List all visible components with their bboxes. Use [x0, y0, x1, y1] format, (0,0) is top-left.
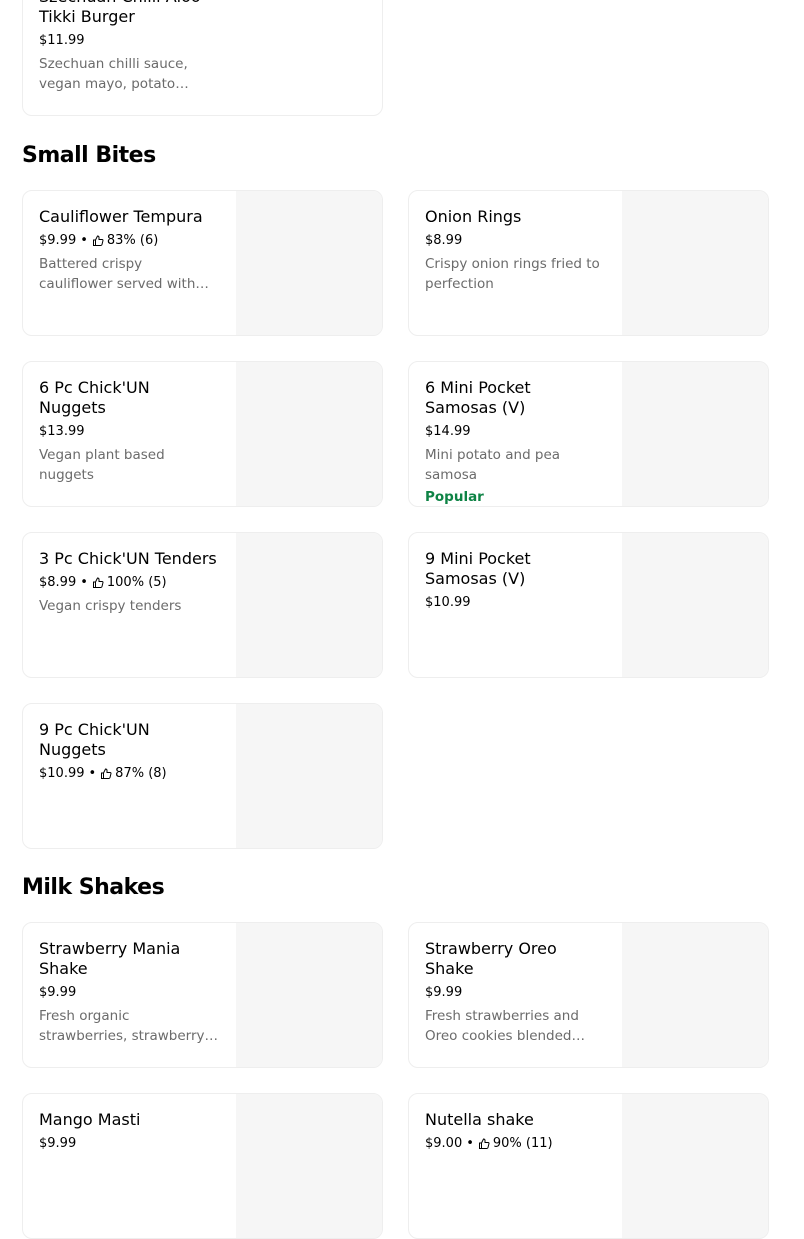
- menu-item-price: $10.99: [425, 595, 471, 610]
- menu-item-card[interactable]: Nutella shake $9.00 • 90% (11): [408, 1093, 769, 1239]
- menu-item-meta: $9.99: [39, 1135, 219, 1153]
- menu-item-description: Szechuan chilli sauce, vegan mayo, potat…: [39, 56, 188, 92]
- menu-item-description: Fresh organic strawberries, strawberry p…: [39, 1008, 205, 1044]
- menu-item-image: [622, 362, 768, 506]
- menu-item-meta: $8.99: [425, 232, 605, 250]
- menu-item-name: Strawberry Oreo Shake: [425, 939, 557, 978]
- menu-item-card[interactable]: 6 Mini Pocket Samosas (V) $14.99 Mini po…: [408, 361, 769, 507]
- thumbs-up-icon: [101, 768, 112, 779]
- menu-item-price: $9.00: [425, 1136, 463, 1151]
- separator-dot: •: [80, 233, 88, 248]
- menu-item-meta: $8.99 • 100% (5): [39, 574, 219, 592]
- menu-item-price: $10.99: [39, 766, 85, 781]
- menu-item-name: 6 Pc Chick'UN Nuggets: [39, 378, 150, 417]
- menu-item-info: 9 Pc Chick'UN Nuggets $10.99 • 87% (8): [39, 720, 219, 783]
- menu-item-price: $8.99: [425, 233, 463, 248]
- menu-item-image: [622, 533, 768, 677]
- menu-item-name: 3 Pc Chick'UN Tenders: [39, 549, 217, 568]
- menu-item-image: [622, 1094, 768, 1238]
- menu-item-name: Cauliflower Tempura: [39, 207, 203, 226]
- thumbs-up-icon: [92, 577, 104, 588]
- thumbs-up-icon: [92, 235, 104, 246]
- menu-item-card[interactable]: Strawberry Oreo Shake $9.99 Fresh strawb…: [408, 922, 769, 1068]
- menu-item-info: Nutella shake $9.00 • 90% (11): [425, 1110, 605, 1153]
- menu-item-price: $8.99: [39, 575, 77, 590]
- menu-item-meta: $9.99: [425, 984, 605, 1002]
- menu-item-image: [236, 533, 382, 677]
- menu-item-info: 9 Mini Pocket Samosas (V) $10.99: [425, 549, 605, 612]
- menu-item-description: Vegan crispy tenders: [39, 598, 182, 614]
- menu-item-card[interactable]: Cauliflower Tempura $9.99 • 83% (6) Batt…: [22, 190, 383, 336]
- menu-item-meta: $9.00 • 90% (11): [425, 1135, 605, 1153]
- menu-item-card[interactable]: Mango Masti $9.99: [22, 1093, 383, 1239]
- menu-item-price: $14.99: [425, 424, 471, 439]
- separator-dot: •: [466, 1136, 474, 1151]
- menu-item-name: 9 Pc Chick'UN Nuggets: [39, 720, 150, 759]
- separator-dot: •: [80, 575, 88, 590]
- menu-item-price: $9.99: [39, 233, 77, 248]
- menu-item-meta: $14.99: [425, 423, 605, 441]
- menu-item-card[interactable]: 9 Pc Chick'UN Nuggets $10.99 • 87% (8): [22, 703, 383, 849]
- menu-item-card[interactable]: 3 Pc Chick'UN Tenders $8.99 • 100% (5) V…: [22, 532, 383, 678]
- menu-item-description: Mini potato and pea samosa: [425, 447, 561, 483]
- menu-item-info: 6 Mini Pocket Samosas (V) $14.99 Mini po…: [425, 378, 605, 506]
- menu-item-card[interactable]: 6 Pc Chick'UN Nuggets $13.99 Vegan plant…: [22, 361, 383, 507]
- menu-item-info: Szechuan Chilli Aloo Tikki Burger $11.99…: [39, 0, 219, 94]
- popular-tag: Popular: [425, 489, 484, 505]
- menu-item-card[interactable]: Onion Rings $8.99 Crispy onion rings fri…: [408, 190, 769, 336]
- menu-item-price: $9.99: [39, 985, 77, 1000]
- menu-item-price: $9.99: [425, 985, 463, 1000]
- menu-item-name: Nutella shake: [425, 1110, 534, 1129]
- menu-item-image: [622, 191, 768, 335]
- menu-item-name: 6 Mini Pocket Samosas (V): [425, 378, 531, 417]
- menu-item-name: 9 Mini Pocket Samosas (V): [425, 549, 531, 588]
- section-title: Small Bites: [22, 143, 156, 168]
- menu-item-image: [622, 923, 768, 1067]
- menu-item-image: [236, 191, 382, 335]
- menu-item-meta: $10.99 • 87% (8): [39, 765, 219, 783]
- menu-item-meta: $13.99: [39, 423, 219, 441]
- menu-item-info: 3 Pc Chick'UN Tenders $8.99 • 100% (5) V…: [39, 549, 219, 616]
- menu-item-name: Onion Rings: [425, 207, 522, 226]
- separator-dot: •: [88, 766, 97, 781]
- menu-item-rating: 87% (8): [115, 766, 167, 781]
- menu-item-description: Battered crispy cauliflower served with …: [39, 256, 196, 292]
- menu-item-meta: $9.99 • 83% (6): [39, 232, 219, 250]
- menu-item-info: Strawberry Oreo Shake $9.99 Fresh strawb…: [425, 939, 605, 1046]
- menu-item-info: Cauliflower Tempura $9.99 • 83% (6) Batt…: [39, 207, 219, 294]
- menu-item-meta: $9.99: [39, 984, 219, 1002]
- menu-item-rating: 83% (6): [106, 233, 159, 248]
- menu-item-description: Crispy onion rings fried to perfection: [425, 256, 600, 292]
- section-title: Milk Shakes: [22, 875, 165, 900]
- menu-item-price: $11.99: [39, 33, 85, 48]
- menu-item-info: 6 Pc Chick'UN Nuggets $13.99 Vegan plant…: [39, 378, 219, 485]
- menu-item-info: Onion Rings $8.99 Crispy onion rings fri…: [425, 207, 605, 294]
- menu-item-meta: $10.99: [425, 594, 605, 612]
- menu-item-meta: $11.99: [39, 32, 219, 50]
- menu-item-description: Fresh strawberries and Oreo cookies blen…: [425, 1008, 579, 1044]
- thumbs-up-icon: [478, 1138, 490, 1149]
- menu-item-card[interactable]: 9 Mini Pocket Samosas (V) $10.99: [408, 532, 769, 678]
- menu-item-image: [236, 923, 382, 1067]
- menu-item-description: Vegan plant based nuggets: [39, 447, 165, 483]
- menu-item-name: Szechuan Chilli Aloo Tikki Burger: [39, 0, 201, 26]
- menu-item-image: [236, 362, 382, 506]
- menu-item-price: $13.99: [39, 424, 85, 439]
- menu-item-info: Strawberry Mania Shake $9.99 Fresh organ…: [39, 939, 219, 1046]
- menu-item-name: Strawberry Mania Shake: [39, 939, 181, 978]
- menu-item-price: $9.99: [39, 1136, 77, 1151]
- menu-item-image: [236, 1094, 382, 1238]
- menu-item-card[interactable]: Szechuan Chilli Aloo Tikki Burger $11.99…: [22, 0, 383, 116]
- menu-item-rating: 90% (11): [492, 1136, 553, 1151]
- menu-item-rating: 100% (5): [106, 575, 167, 590]
- menu-item-name: Mango Masti: [39, 1110, 141, 1129]
- menu-item-image: [236, 704, 382, 848]
- menu-item-card[interactable]: Strawberry Mania Shake $9.99 Fresh organ…: [22, 922, 383, 1068]
- menu-item-info: Mango Masti $9.99: [39, 1110, 219, 1153]
